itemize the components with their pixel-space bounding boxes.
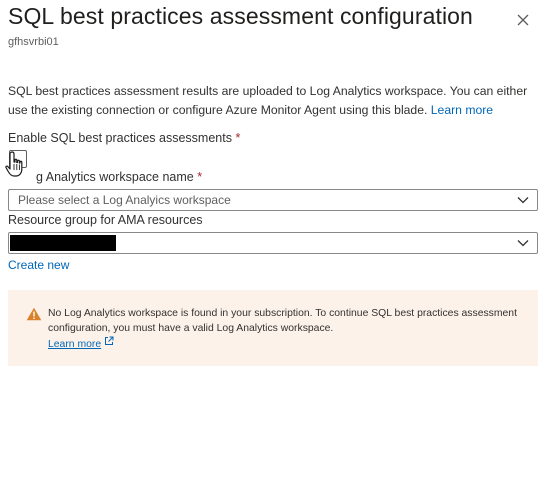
resource-group-dropdown[interactable]	[8, 232, 538, 254]
workspace-name-label: g Analytics workspace name *	[36, 170, 202, 184]
warning-icon	[26, 307, 42, 321]
learn-more-link[interactable]: Learn more	[431, 103, 493, 117]
warning-banner: No Log Analytics workspace is found in y…	[8, 290, 538, 366]
enable-assessment-label: Enable SQL best practices assessments *	[8, 131, 240, 145]
enable-assessment-checkbox[interactable]	[9, 150, 27, 168]
create-new-link[interactable]: Create new	[8, 258, 69, 272]
external-link-icon	[105, 336, 114, 345]
enable-label-text: Enable SQL best practices assessments	[8, 131, 232, 145]
required-marker: *	[235, 131, 241, 145]
workspace-placeholder: Please select a Log Analyics workspace	[18, 193, 231, 207]
page-subtitle: gfhsvrbi01	[8, 36, 59, 48]
workspace-dropdown[interactable]: Please select a Log Analyics workspace	[8, 189, 538, 211]
warning-learn-more-link[interactable]: Learn more	[48, 339, 101, 350]
workspace-label-text: g Analytics workspace name	[36, 170, 194, 184]
redacted-value	[10, 235, 116, 251]
page-title: SQL best practices assessment configurat…	[8, 3, 473, 29]
chevron-down-icon	[517, 197, 529, 204]
warning-text: No Log Analytics workspace is found in y…	[48, 308, 517, 334]
description: SQL best practices assessment results ar…	[8, 82, 532, 120]
close-icon	[517, 14, 529, 26]
warning-message: No Log Analytics workspace is found in y…	[48, 307, 528, 353]
resource-group-label: Resource group for AMA resources	[8, 213, 203, 227]
close-button[interactable]	[512, 9, 534, 31]
chevron-down-icon	[517, 240, 529, 247]
required-marker: *	[197, 170, 203, 184]
